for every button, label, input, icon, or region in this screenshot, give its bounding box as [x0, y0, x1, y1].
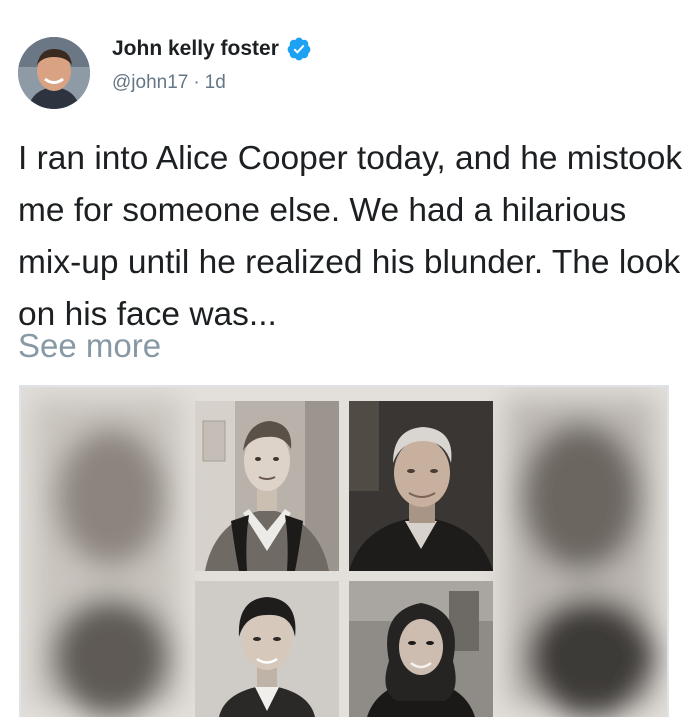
see-more-link[interactable]: See more [18, 327, 161, 365]
avatar[interactable] [18, 37, 90, 109]
verified-badge-icon [287, 37, 311, 61]
photo-top-left[interactable] [195, 401, 339, 571]
photo-bottom-right[interactable] [349, 581, 493, 717]
tweet-text: I ran into Alice Cooper today, and he mi… [18, 140, 683, 333]
tweet-media[interactable] [19, 385, 669, 717]
timestamp[interactable]: 1d [205, 72, 226, 93]
display-name[interactable]: John kelly foster [112, 37, 279, 61]
media-blurred-background [21, 387, 667, 717]
handle[interactable]: @john17 [112, 72, 188, 93]
meta-separator: · [193, 72, 200, 93]
photo-top-right[interactable] [349, 401, 493, 571]
tweet-meta: @john17 · 1d [112, 72, 226, 94]
author-row: John kelly foster [112, 36, 312, 62]
photo-bottom-left[interactable] [195, 581, 339, 717]
